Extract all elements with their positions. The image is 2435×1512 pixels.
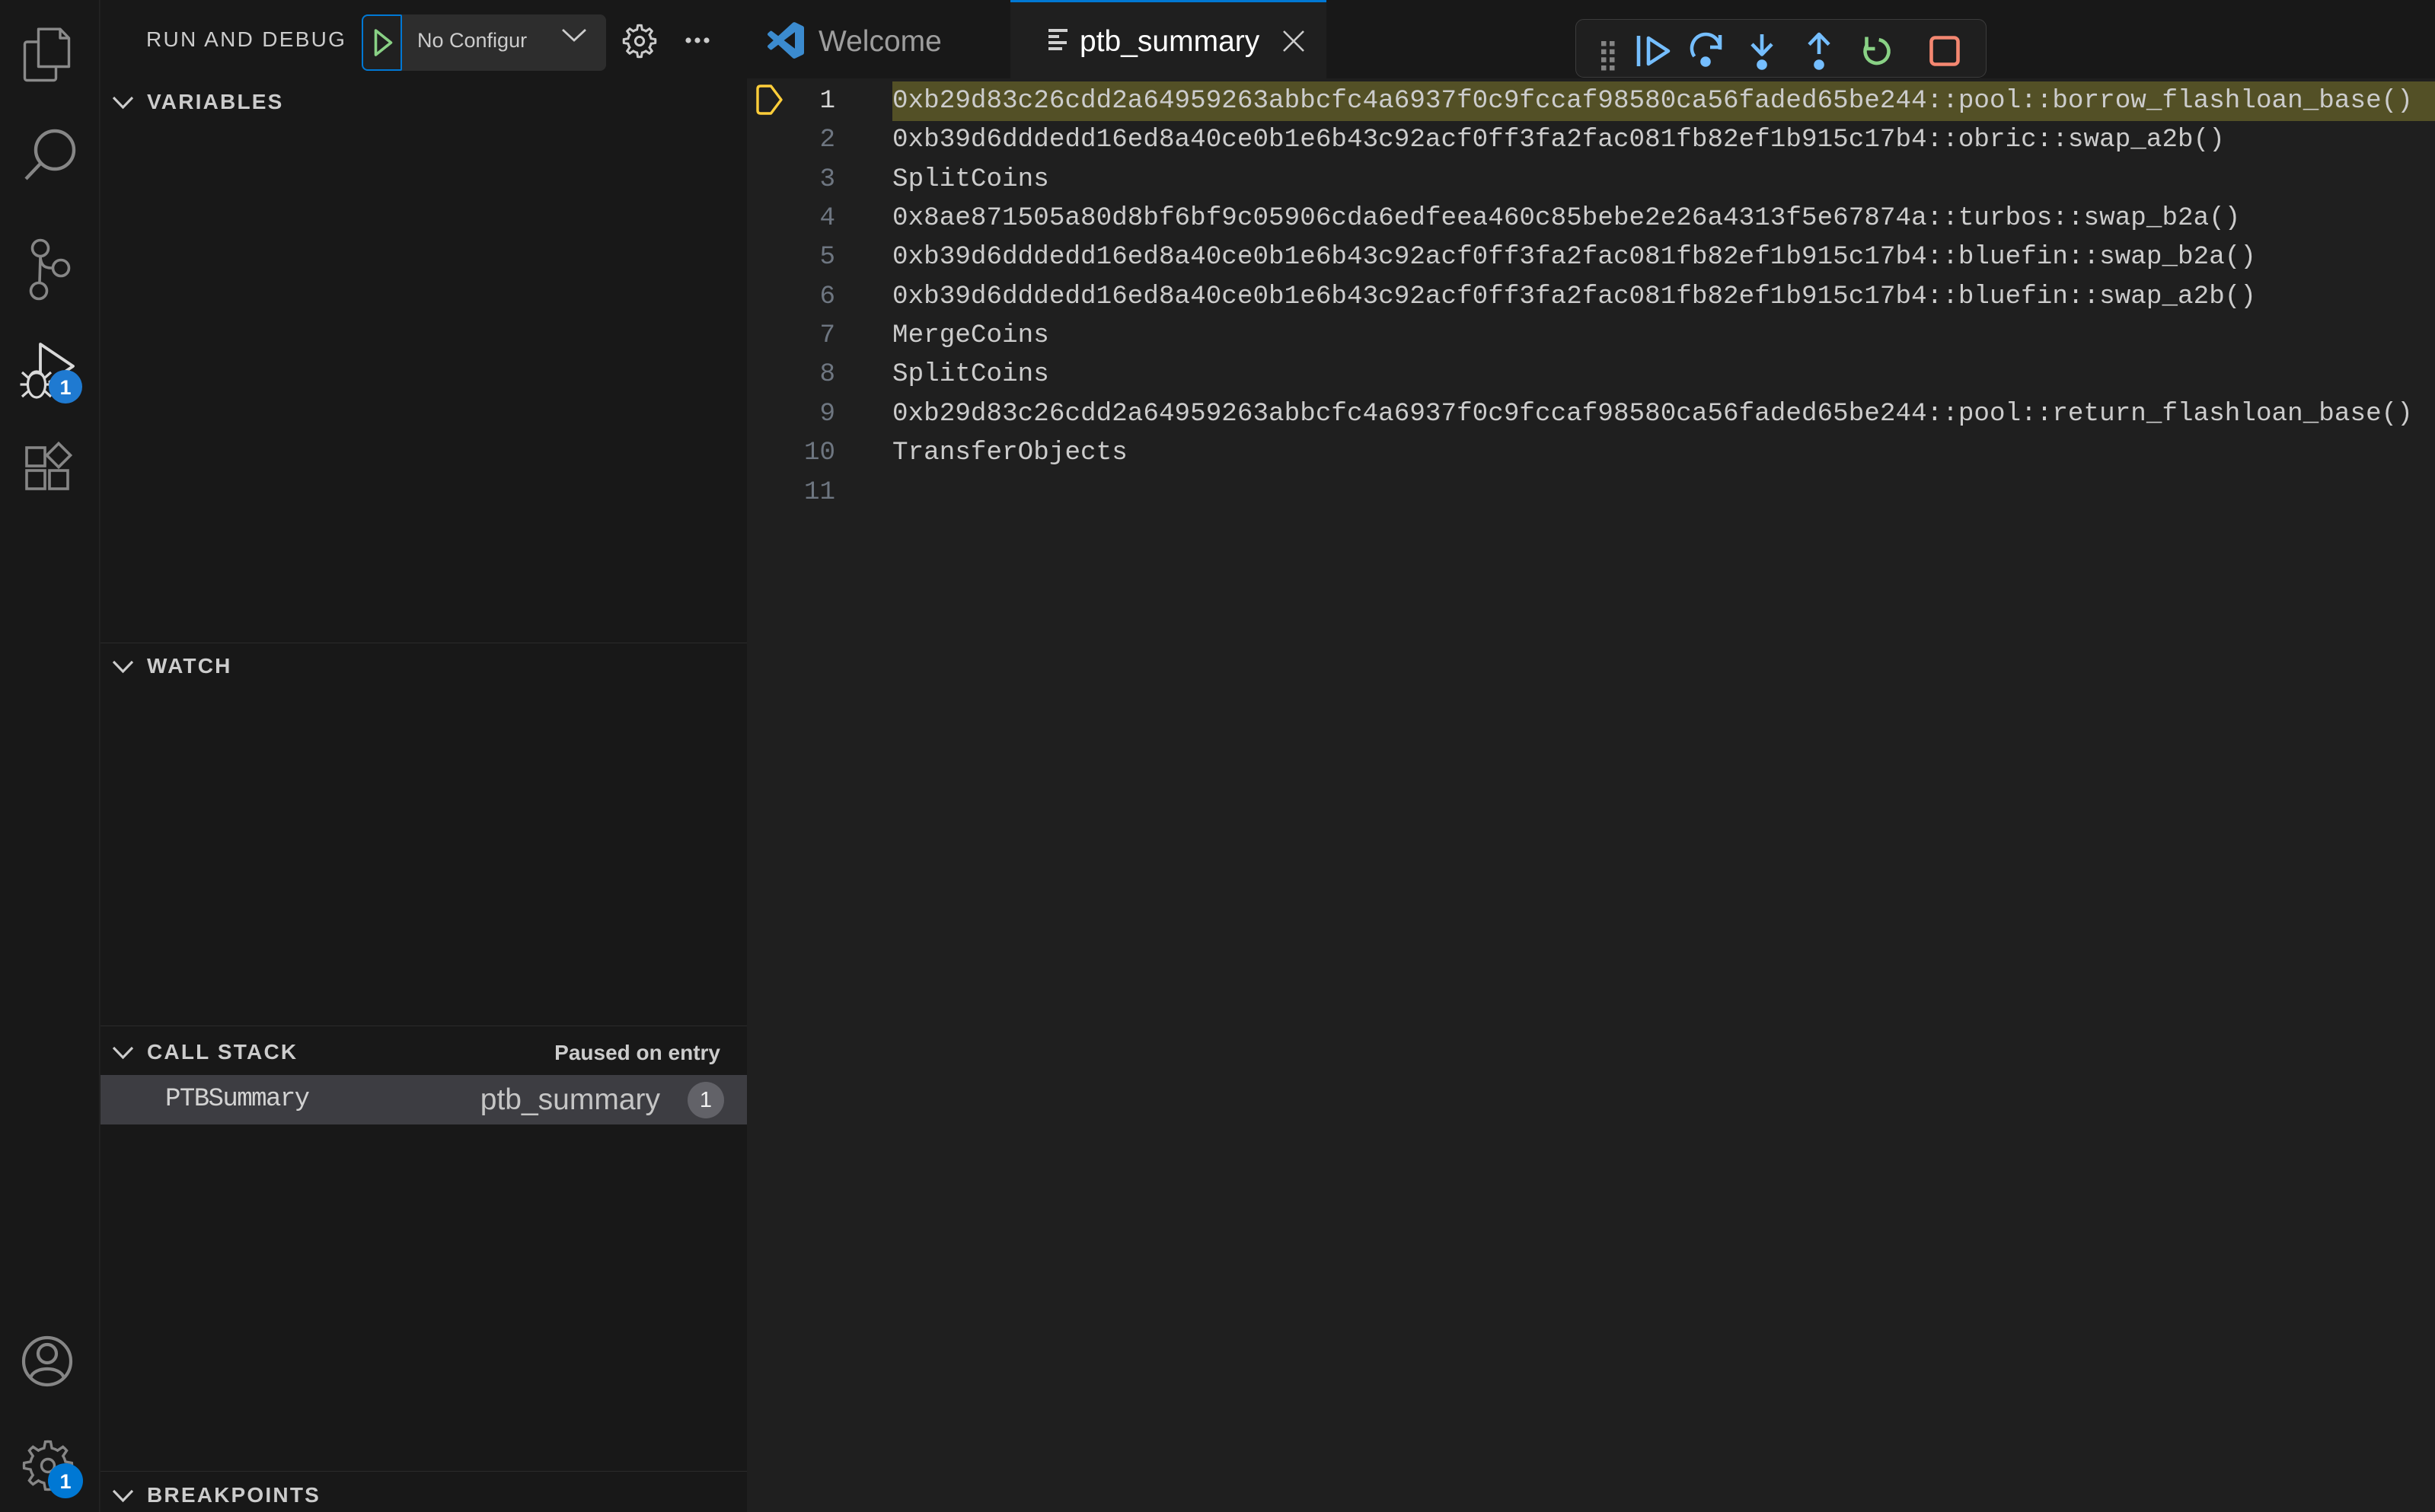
svg-text:1: 1 bbox=[59, 376, 71, 399]
svg-text:1: 1 bbox=[59, 1470, 71, 1493]
